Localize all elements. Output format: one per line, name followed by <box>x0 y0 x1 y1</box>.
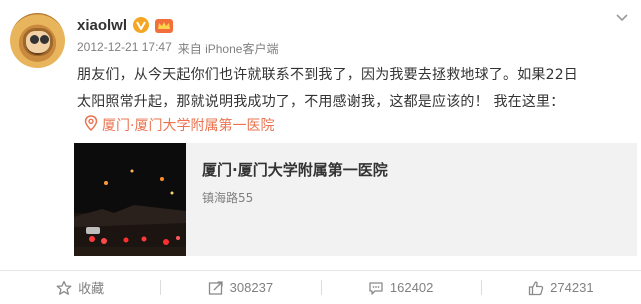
post-text-line: 朋友们，从今天起你们也许就联系不到我了，因为我要去拯救地球了。如果22日 <box>77 67 579 83</box>
star-icon <box>56 280 72 296</box>
verified-v-icon[interactable] <box>133 17 150 33</box>
repost-icon <box>208 280 224 296</box>
vip-crown-icon[interactable] <box>155 18 174 33</box>
weibo-post-card: xiaolwl 2012-12-21 17:47 来自 iPhone客户端 朋友… <box>0 0 641 304</box>
author-row: xiaolwl <box>77 14 174 36</box>
location-card-title[interactable]: 厦门·厦门大学附属第一医院 <box>202 159 388 180</box>
favorite-button[interactable]: 收藏 <box>0 271 160 304</box>
comment-count: 162402 <box>389 280 434 295</box>
thumbs-up-icon <box>528 280 544 296</box>
location-card-address: 镇海路55 <box>202 191 254 205</box>
repost-count: 308237 <box>229 280 274 295</box>
favorite-label: 收藏 <box>78 281 105 296</box>
post-meta: 2012-12-21 17:47 来自 iPhone客户端 <box>77 40 278 57</box>
location-card-info: 厦门·厦门大学附属第一医院 镇海路55 <box>186 143 637 256</box>
repost-button[interactable]: 308237 <box>160 271 320 304</box>
like-button[interactable]: 274231 <box>480 271 641 304</box>
avatar-camera <box>30 35 39 44</box>
comment-icon <box>368 280 384 296</box>
location-label: 厦门·厦门大学附属第一医院 <box>102 118 275 134</box>
chevron-down-icon[interactable] <box>614 10 630 26</box>
post-text: 朋友们，从今天起你们也许就联系不到我了，因为我要去拯救地球了。如果22日 太阳照… <box>77 62 633 116</box>
post-source: 来自 iPhone客户端 <box>177 42 279 56</box>
location-card[interactable]: 厦门·厦门大学附属第一医院 镇海路55 <box>74 143 637 256</box>
avatar[interactable] <box>10 13 65 68</box>
like-count: 274231 <box>550 280 594 295</box>
location-pin-icon <box>84 115 98 135</box>
post-text-line: 太阳照常升起，那就说明我成功了，不用感谢我，这都是应该的！ 我在这里： <box>77 94 565 110</box>
comment-button[interactable]: 162402 <box>320 271 481 304</box>
post-timestamp[interactable]: 2012-12-21 17:47 <box>77 40 172 57</box>
location-photo[interactable] <box>74 143 186 256</box>
username-link[interactable]: xiaolwl <box>77 17 127 34</box>
location-link[interactable]: 厦门·厦门大学附属第一医院 <box>84 114 274 136</box>
action-bar: 收藏 308237 162402 274231 <box>0 271 641 304</box>
